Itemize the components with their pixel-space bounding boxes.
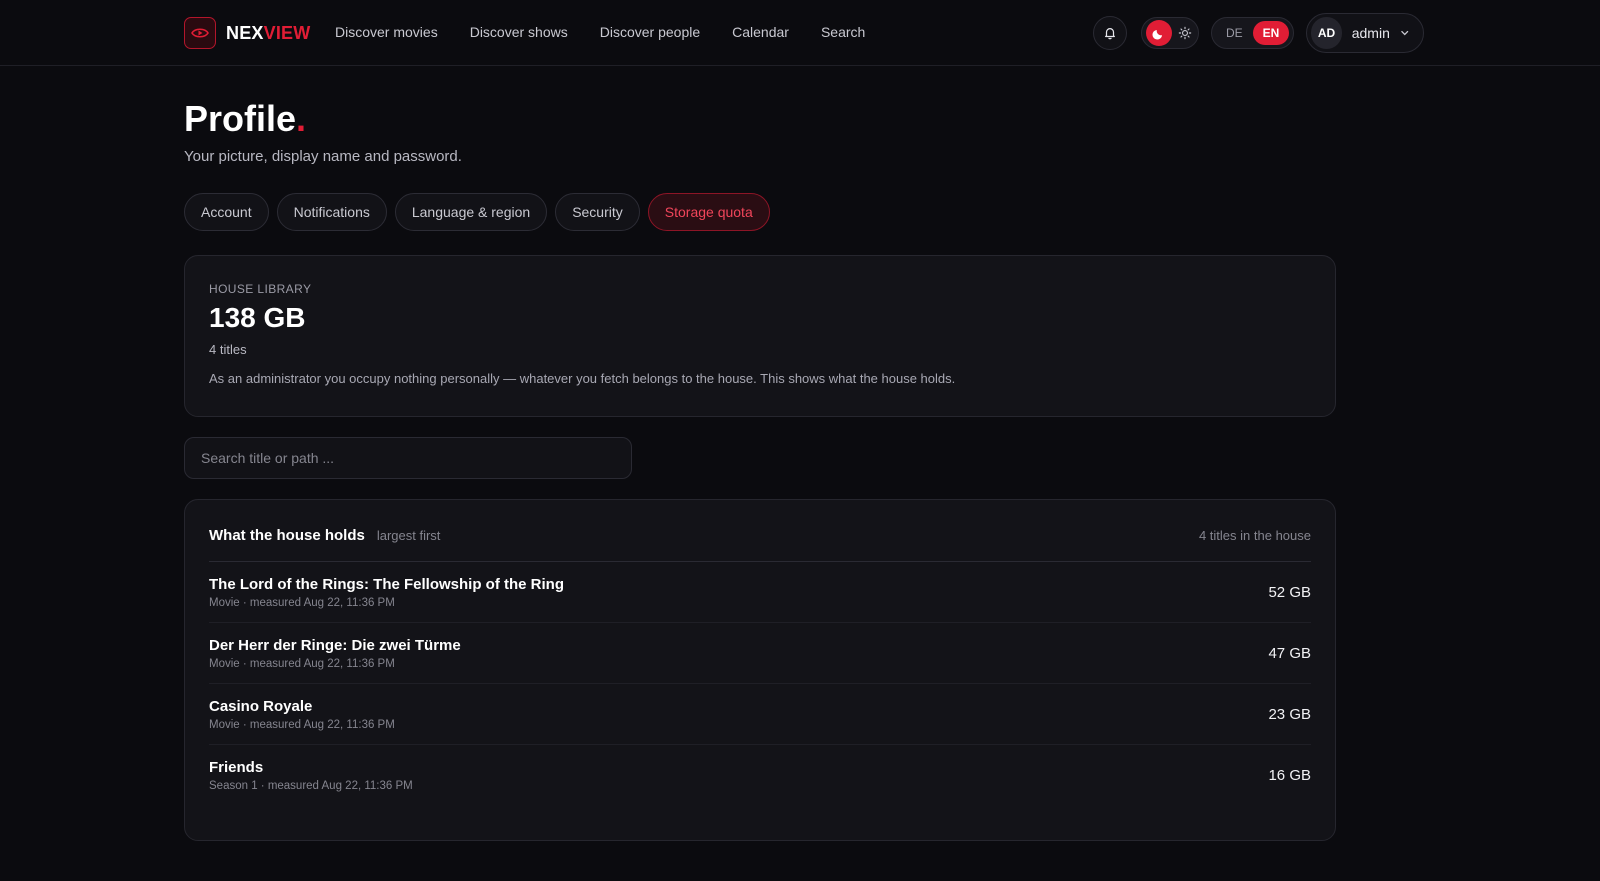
chevron-down-icon — [1401, 30, 1409, 36]
nav-discover-people[interactable]: Discover people — [600, 24, 700, 40]
page-title-text: Profile — [184, 98, 297, 139]
nav-discover-shows[interactable]: Discover shows — [470, 24, 568, 40]
dark-mode-button[interactable] — [1146, 20, 1172, 46]
nav-calendar[interactable]: Calendar — [732, 24, 789, 40]
list-header: What the house holds largest first 4 tit… — [209, 500, 1311, 562]
list-item-text: Casino Royale Movie · measured Aug 22, 1… — [209, 698, 395, 731]
tab-account[interactable]: Account — [184, 193, 269, 231]
main-nav: Discover movies Discover shows Discover … — [335, 24, 897, 40]
header-controls: DE EN AD admin — [1093, 13, 1425, 53]
nav-discover-movies[interactable]: Discover movies — [335, 24, 438, 40]
list-item-text: Friends Season 1 · measured Aug 22, 11:3… — [209, 759, 413, 792]
avatar: AD — [1311, 17, 1342, 49]
admin-note: As an administrator you occupy nothing p… — [209, 371, 956, 386]
tab-security[interactable]: Security — [555, 193, 640, 231]
page-subtitle: Your picture, display name and password. — [184, 148, 462, 165]
list-item-size: 23 GB — [1268, 705, 1311, 723]
nav-search[interactable]: Search — [821, 24, 865, 40]
house-holdings-list: What the house holds largest first 4 tit… — [184, 499, 1336, 841]
search-input[interactable] — [184, 437, 632, 479]
library-total-size: 138 GB — [209, 302, 306, 333]
list-item-title: Friends — [209, 759, 264, 776]
brand-name-part1: NEX — [226, 22, 264, 43]
list-item-meta: Movie · measured Aug 22, 11:36 PM — [209, 718, 395, 731]
top-bar: NEXVIEW Discover movies Discover shows D… — [0, 0, 1600, 66]
list-title: What the house holds — [209, 527, 365, 544]
lang-de-option[interactable]: DE — [1226, 26, 1243, 40]
list-item[interactable]: Casino Royale Movie · measured Aug 22, 1… — [209, 684, 1311, 745]
play-eye-icon — [184, 17, 216, 49]
list-item-size: 16 GB — [1268, 767, 1311, 784]
tab-language-region[interactable]: Language & region — [394, 193, 548, 231]
user-name: admin — [1351, 25, 1390, 41]
profile-tabs: Account Notifications Language & region … — [184, 193, 770, 231]
list-count: 4 titles in the house — [1198, 528, 1311, 543]
house-library-summary: HOUSE LIBRARY 138 GB 4 titles As an admi… — [184, 255, 1336, 417]
list-item-size: 52 GB — [1268, 583, 1311, 601]
bell-icon — [1105, 28, 1115, 40]
list-item-title: Casino Royale — [209, 697, 313, 715]
lang-en-option[interactable]: EN — [1252, 21, 1290, 45]
list-item-meta: Season 1 · measured Aug 22, 11:36 PM — [209, 780, 413, 792]
list-item[interactable]: The Lord of the Rings: The Fellowship of… — [209, 562, 1311, 623]
summary-eyebrow: HOUSE LIBRARY — [209, 282, 312, 296]
language-toggle: DE EN — [1211, 17, 1295, 49]
list-item-title: The Lord of the Rings: The Fellowship of… — [209, 575, 564, 593]
moon-icon — [1152, 29, 1163, 40]
brand-name-part2: VIEW — [263, 22, 311, 43]
list-sort-hint: largest first — [376, 528, 441, 543]
brand-name: NEXVIEW — [226, 23, 310, 44]
user-menu[interactable]: AD admin — [1306, 13, 1425, 53]
library-title-count: 4 titles — [209, 342, 247, 357]
page-title-dot: . — [296, 98, 307, 139]
list-item-text: The Lord of the Rings: The Fellowship of… — [209, 576, 564, 609]
notifications-button[interactable] — [1093, 16, 1127, 50]
list-item-title: Der Herr der Ringe: Die zwei Türme — [209, 636, 461, 654]
theme-toggle[interactable] — [1141, 17, 1199, 49]
sun-icon[interactable] — [1178, 26, 1192, 40]
list-item-text: Der Herr der Ringe: Die zwei Türme Movie… — [209, 637, 461, 670]
tab-storage-quota[interactable]: Storage quota — [647, 193, 770, 231]
list-item[interactable]: Der Herr der Ringe: Die zwei Türme Movie… — [209, 623, 1311, 684]
tab-notifications[interactable]: Notifications — [276, 193, 387, 231]
list-item-meta: Movie · measured Aug 22, 11:36 PM — [209, 657, 395, 670]
list-item[interactable]: Friends Season 1 · measured Aug 22, 11:3… — [209, 745, 1311, 806]
brand-logo[interactable]: NEXVIEW — [184, 17, 310, 49]
page-title: Profile. — [184, 98, 306, 140]
list-item-size: 47 GB — [1268, 644, 1311, 662]
list-item-meta: Movie · measured Aug 22, 11:36 PM — [209, 596, 395, 609]
